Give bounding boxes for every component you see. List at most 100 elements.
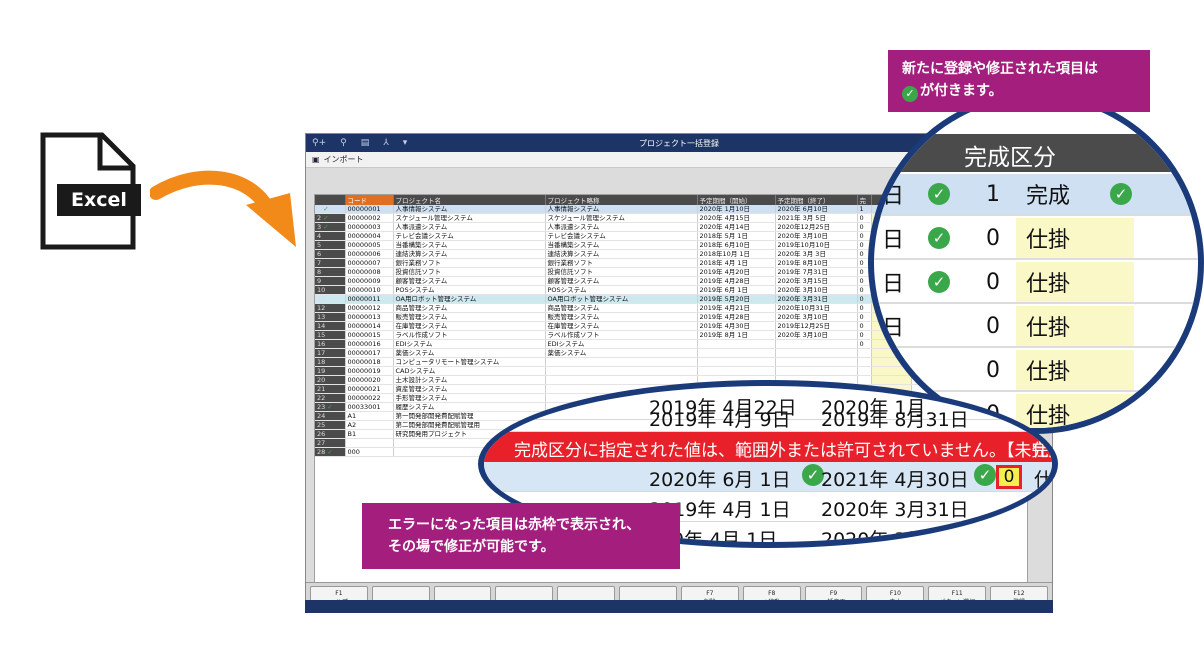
- code-cell[interactable]: 00000009: [345, 276, 394, 286]
- code-cell[interactable]: 00000013: [345, 312, 394, 322]
- end-cell[interactable]: 2019年 7月31日: [775, 267, 858, 277]
- abbr-cell[interactable]: ラベル作成ソフト: [545, 330, 698, 340]
- start-cell[interactable]: 2020年 4月14日: [697, 222, 776, 232]
- column-header-name[interactable]: プロジェクト名: [393, 195, 546, 205]
- abbr-cell[interactable]: 連結決算システム: [545, 249, 698, 259]
- status-cell[interactable]: 1: [857, 205, 872, 214]
- name-cell[interactable]: コンピュータリモート管理システム: [393, 357, 546, 367]
- end-cell[interactable]: 2021年 3月 5日: [775, 213, 858, 223]
- name-cell[interactable]: 当番構築システム: [393, 240, 546, 250]
- start-cell[interactable]: 2019年 5月20日: [697, 294, 776, 304]
- end-cell[interactable]: [775, 366, 858, 376]
- abbr-cell[interactable]: 人事情報システム: [545, 205, 698, 214]
- name-cell[interactable]: 人事情報システム: [393, 205, 546, 214]
- import-button[interactable]: インポート: [324, 154, 364, 165]
- end-cell[interactable]: 2020年12月25日: [775, 222, 858, 232]
- end-cell[interactable]: 2020年 3月10日: [775, 330, 858, 340]
- code-cell[interactable]: 00000022: [345, 393, 394, 403]
- code-cell[interactable]: 00000012: [345, 303, 394, 313]
- code-cell[interactable]: 00000021: [345, 384, 394, 394]
- abbr-cell[interactable]: 人事派遣システム: [545, 222, 698, 232]
- code-cell[interactable]: 00000002: [345, 213, 394, 223]
- status-cell[interactable]: 0: [857, 222, 872, 232]
- abbr-cell[interactable]: 販売管理システム: [545, 312, 698, 322]
- table-row[interactable]: 14 00000014 在庫管理システム 在庫管理システム 2019年 4月30日 201…: [315, 321, 972, 331]
- end-cell[interactable]: 2019年12月25日: [775, 321, 858, 331]
- abbr-cell[interactable]: 商品管理システム: [545, 303, 698, 313]
- column-header-abbr[interactable]: プロジェクト略称: [545, 195, 698, 205]
- abbr-cell[interactable]: 薬価システム: [545, 348, 698, 358]
- status-cell[interactable]: 0: [857, 294, 872, 304]
- start-cell[interactable]: [697, 357, 776, 367]
- table-row[interactable]: 18 00000018 コンピュータリモート管理システム: [315, 357, 972, 367]
- start-cell[interactable]: 2019年 4月28日: [697, 276, 776, 286]
- code-cell[interactable]: 00000006: [345, 249, 394, 259]
- abbr-cell[interactable]: POSシステム: [545, 285, 698, 295]
- status-cell[interactable]: 0: [857, 330, 872, 340]
- abbr-cell[interactable]: テレビ会議システム: [545, 231, 698, 241]
- status-cell[interactable]: 0: [857, 213, 872, 223]
- status-text[interactable]: 仕掛: [1016, 218, 1134, 258]
- status-text[interactable]: 仕掛: [1016, 350, 1134, 390]
- status-cell[interactable]: [857, 357, 872, 367]
- start-cell[interactable]: [697, 339, 776, 349]
- end-date[interactable]: 2020年 3月31日: [821, 495, 969, 522]
- status-cell[interactable]: [857, 348, 872, 358]
- column-header-status[interactable]: 完: [857, 195, 872, 205]
- status-cell[interactable]: [857, 366, 872, 376]
- code-cell[interactable]: 00000010: [345, 285, 394, 295]
- start-cell[interactable]: 2018年 5月 1日: [697, 231, 776, 241]
- start-cell[interactable]: 2019年 4月30日: [697, 321, 776, 331]
- end-cell[interactable]: 2019年 8月10日: [775, 258, 858, 268]
- status-error-cell[interactable]: 0: [996, 465, 1022, 489]
- abbr-cell[interactable]: 顧客管理システム: [545, 276, 698, 286]
- import-icon[interactable]: ▣: [312, 155, 320, 164]
- abbr-cell[interactable]: 投資信託ソフト: [545, 267, 698, 277]
- code-cell[interactable]: 00000007: [345, 258, 394, 268]
- end-cell[interactable]: 2019年10月10日: [775, 240, 858, 250]
- end-cell[interactable]: 2020年 3月10日: [775, 312, 858, 322]
- end-cell[interactable]: 2020年10月31日: [775, 303, 858, 313]
- start-cell[interactable]: 2019年 6月 1日: [697, 285, 776, 295]
- end-date[interactable]: 2021年 4月30日: [821, 465, 969, 492]
- code-cell[interactable]: [345, 438, 394, 448]
- name-cell[interactable]: 土木設計システム: [393, 375, 546, 385]
- status-value[interactable]: 1: [986, 174, 1000, 214]
- name-cell[interactable]: ラベル作成ソフト: [393, 330, 546, 340]
- end-cell[interactable]: 2020年 6月10日: [775, 205, 858, 214]
- status-cell[interactable]: 0: [857, 339, 872, 349]
- status-text[interactable]: 仕掛: [1016, 262, 1134, 302]
- table-row[interactable]: 20 00000020 土木設計システム: [315, 375, 972, 385]
- start-cell[interactable]: [697, 348, 776, 358]
- code-cell[interactable]: 00000017: [345, 348, 394, 358]
- end-cell[interactable]: 2020年 3月31日: [775, 294, 858, 304]
- code-cell[interactable]: A1: [345, 411, 394, 421]
- name-cell[interactable]: 薬価システム: [393, 348, 546, 358]
- name-cell[interactable]: 銀行業務ソフト: [393, 258, 546, 268]
- start-date[interactable]: 2019年 4月 9日: [649, 405, 791, 432]
- code-cell[interactable]: 00000019: [345, 366, 394, 376]
- code-cell[interactable]: 00033001: [345, 402, 394, 412]
- code-cell[interactable]: 00000011: [345, 294, 394, 304]
- code-cell[interactable]: 00000001: [345, 205, 394, 214]
- start-cell[interactable]: [697, 366, 776, 376]
- code-cell[interactable]: 000: [345, 447, 394, 457]
- end-cell[interactable]: 2020年 3月10日: [775, 231, 858, 241]
- end-cell[interactable]: [775, 348, 858, 358]
- name-cell[interactable]: 顧客管理システム: [393, 276, 546, 286]
- end-date[interactable]: 2019年 8月31日: [821, 405, 969, 432]
- end-cell[interactable]: 2020年 3月10日: [775, 285, 858, 295]
- table-row[interactable]: 17 00000017 薬価システム 薬価システム: [315, 348, 972, 358]
- start-cell[interactable]: 2019年 4月28日: [697, 312, 776, 322]
- abbr-cell[interactable]: スケジュール管理システム: [545, 213, 698, 223]
- column-header-code[interactable]: コード: [345, 195, 394, 205]
- abbr-cell[interactable]: EDIシステム: [545, 339, 698, 349]
- name-cell[interactable]: 在庫管理システム: [393, 321, 546, 331]
- end-cell[interactable]: [775, 357, 858, 367]
- status-value[interactable]: 0: [986, 350, 1000, 390]
- start-cell[interactable]: 2018年10月 1日: [697, 249, 776, 259]
- name-cell[interactable]: 投資信託ソフト: [393, 267, 546, 277]
- start-cell[interactable]: 2019年 4月21日: [697, 303, 776, 313]
- table-row[interactable]: 13 00000013 販売管理システム 販売管理システム 2019年 4月28日 202…: [315, 312, 972, 322]
- code-cell[interactable]: A2: [345, 420, 394, 430]
